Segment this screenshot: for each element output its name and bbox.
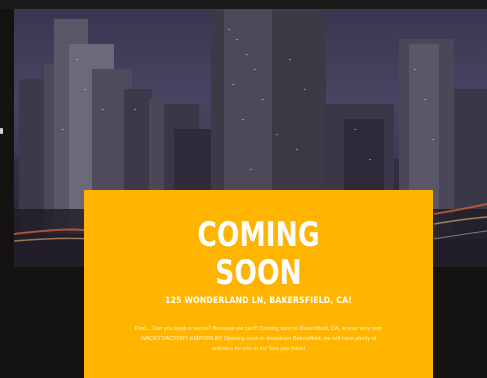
side-marker	[0, 128, 3, 134]
coming-soon-card: COMING SOON 125 WONDERLAND LN, BAKERSFIE…	[84, 190, 433, 378]
headline: COMING SOON	[122, 190, 394, 292]
body-text: Psst... Can you keep a secret? Because w…	[135, 326, 382, 352]
headline-line-2: SOON	[215, 253, 302, 293]
top-bar	[0, 0, 487, 9]
headline-line-1: COMING	[197, 215, 320, 255]
address-text: 125 WONDERLAND LN, BAKERSFIELD, CA!	[165, 296, 352, 306]
